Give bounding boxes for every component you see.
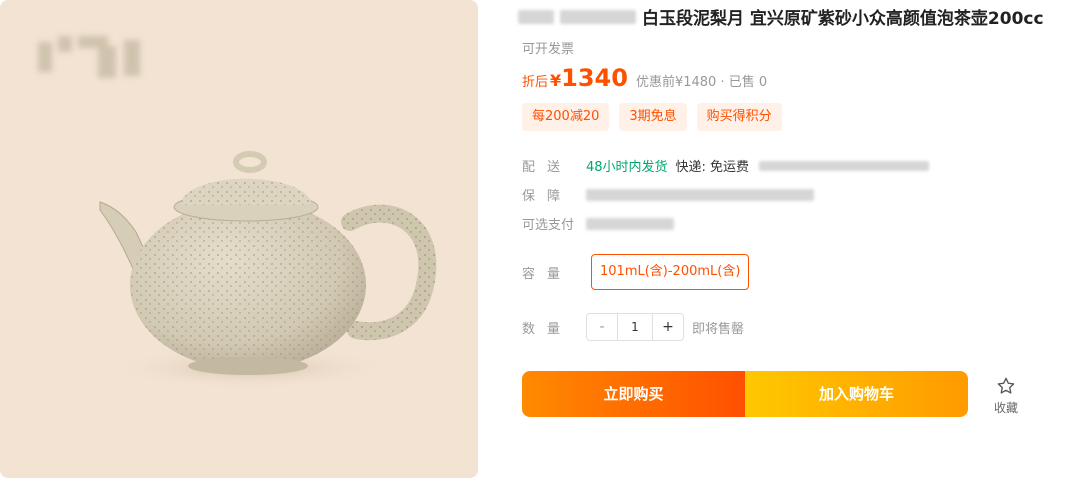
quantity-row: 数量 - 1 + 即将售罄	[522, 313, 744, 341]
quantity-label: 数量	[522, 321, 573, 337]
redacted-shop-name	[518, 9, 554, 24]
teapot-illustration	[99, 151, 437, 390]
guarantee-label: 保障	[522, 189, 573, 204]
product-image[interactable]	[0, 0, 478, 478]
spec-label: 容量	[522, 266, 573, 282]
quantity-input[interactable]: 1	[617, 314, 653, 340]
product-title: 白玉段泥梨月 宜兴原矿紫砂小众高颜值泡茶壶200cc	[518, 4, 1044, 29]
payment-row: 可选支付	[522, 214, 674, 233]
spec-option-capacity[interactable]: 101mL(含)-200mL(含)	[591, 254, 750, 290]
price-row: 折后 ¥ 1340 优惠前¥1480 · 已售 0	[522, 64, 767, 92]
purchase-buttons: 立即购买 加入购物车	[522, 371, 968, 417]
spec-row: 容量 101mL(含)-200mL(含)	[522, 254, 750, 290]
buy-now-button[interactable]: 立即购买	[522, 371, 745, 417]
product-title-text: 白玉段泥梨月 宜兴原矿紫砂小众高颜值泡茶壶200cc	[642, 9, 1044, 29]
redacted-brand	[560, 9, 636, 24]
redacted-guarantee[interactable]	[586, 188, 814, 201]
guarantee-row: 保障	[522, 185, 814, 204]
quantity-stepper: - 1 +	[586, 313, 684, 341]
payment-label: 可选支付	[522, 218, 575, 233]
favorite-button[interactable]: 收藏	[988, 376, 1024, 416]
shipping-fee: 快递: 免运费	[675, 160, 750, 175]
promo-tag-points[interactable]: 购买得积分	[696, 103, 782, 131]
promo-tag-discount[interactable]: 每200减20	[522, 103, 610, 131]
star-icon	[997, 377, 1015, 394]
increase-button[interactable]: +	[653, 314, 683, 340]
original-price-and-sold: 优惠前¥1480 · 已售 0	[635, 75, 768, 90]
shipping-label: 配送	[522, 160, 573, 175]
shipping-time: 48小时内发货	[586, 160, 668, 175]
price-value: 1340	[561, 64, 628, 92]
promo-tag-installment[interactable]: 3期免息	[619, 103, 687, 131]
stock-status: 即将售罄	[692, 321, 745, 337]
redacted-payment-options[interactable]	[586, 217, 674, 230]
price-label: 折后	[522, 75, 549, 90]
add-to-cart-button[interactable]: 加入购物车	[745, 371, 968, 417]
price-currency: ¥	[550, 71, 562, 90]
decrease-button[interactable]: -	[587, 314, 617, 340]
invoice-note: 可开发票	[522, 42, 575, 57]
favorite-label: 收藏	[993, 401, 1018, 415]
product-info: 白玉段泥梨月 宜兴原矿紫砂小众高颜值泡茶壶200cc 可开发票 折后 ¥ 134…	[518, 0, 1078, 490]
promotion-tags: 每200减20 3期免息 购买得积分	[522, 103, 782, 131]
redacted-shipping-origin[interactable]	[759, 160, 930, 171]
product-page: 白玉段泥梨月 宜兴原矿紫砂小众高颜值泡茶壶200cc 可开发票 折后 ¥ 134…	[0, 0, 1080, 490]
shipping-row: 配送 48小时内发货 快递: 免运费	[522, 156, 930, 175]
